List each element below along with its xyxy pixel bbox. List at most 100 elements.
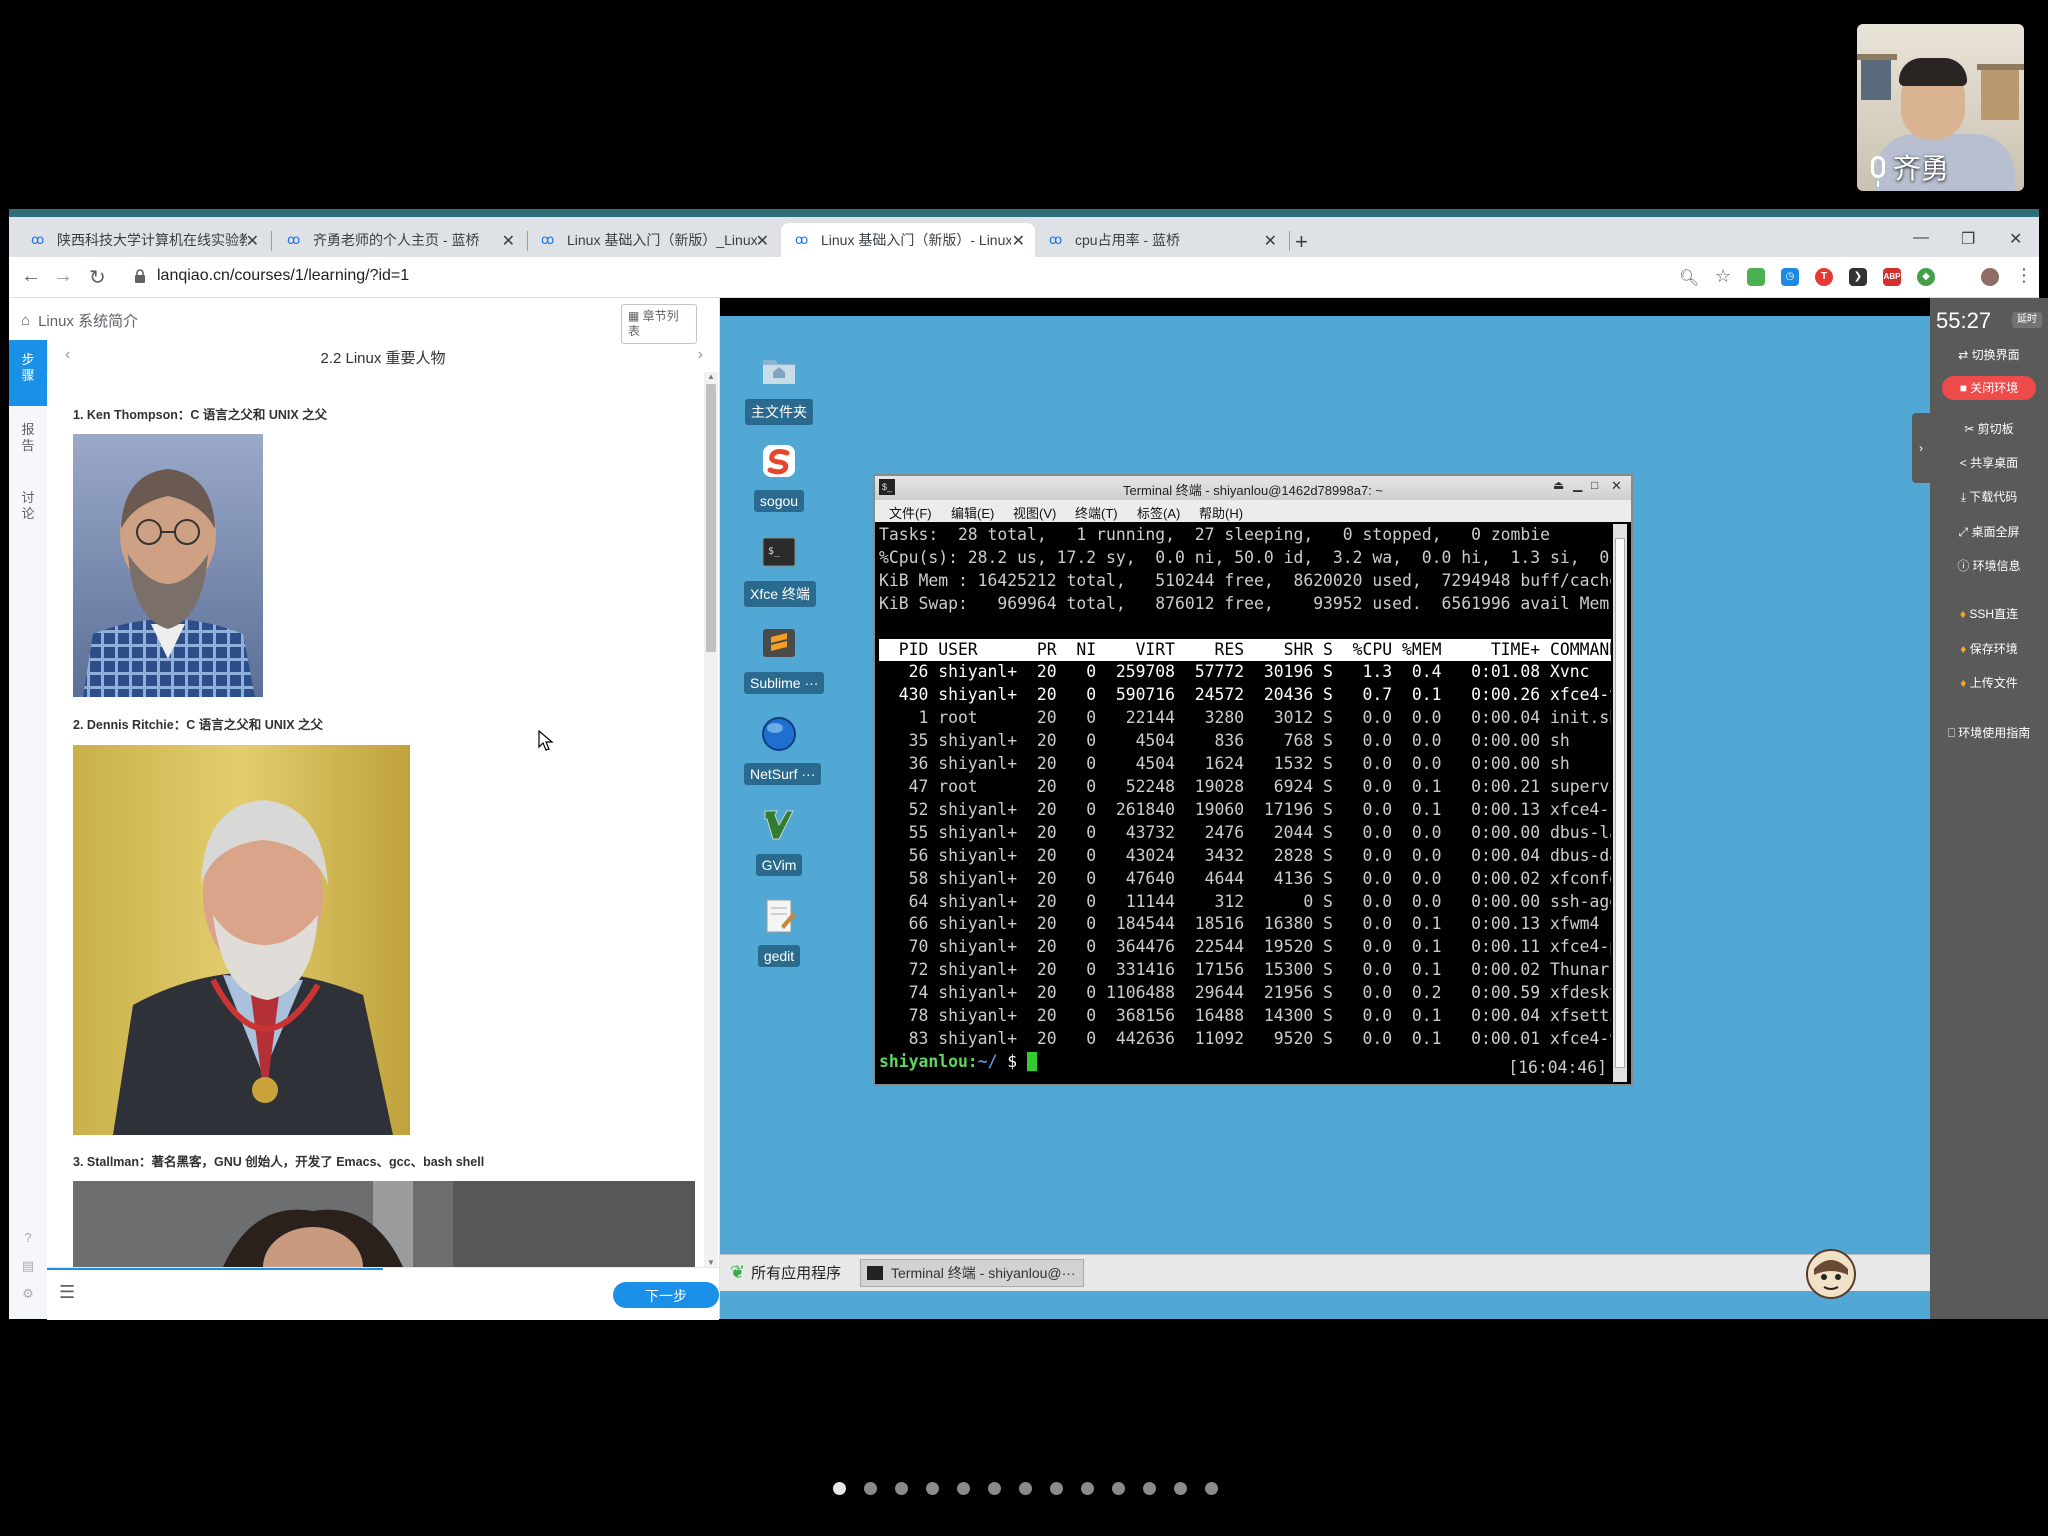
browser-tab[interactable]: ꝏ cpu占用率 - 蓝桥 ✕	[1035, 223, 1287, 257]
zoom-icon[interactable]: 🔍︎	[1679, 268, 1699, 288]
desktop-icon-xfce-terminal[interactable]: $_ Xfce 终端	[744, 532, 816, 607]
extension-icon[interactable]	[1747, 268, 1765, 286]
prompt-user: shiyanlou:	[879, 1051, 978, 1071]
pager-dot[interactable]	[925, 1482, 939, 1495]
pager-dot[interactable]	[894, 1482, 908, 1495]
shade-window-icon[interactable]: ⏏	[1553, 478, 1564, 492]
menu-edit[interactable]: 编辑(E)	[951, 503, 994, 522]
extension-icon[interactable]: ◷	[1781, 268, 1799, 286]
document-icon[interactable]: ▤	[9, 1258, 47, 1274]
assistant-avatar-icon[interactable]	[1806, 1249, 1856, 1299]
taskbar-terminal-button[interactable]: Terminal 终端 - shiyanlou@···	[860, 1259, 1084, 1287]
next-step-icon[interactable]: ›	[698, 346, 703, 364]
browser-tab-active[interactable]: ꝏ Linux 基础入门（新版）- Linux ✕	[781, 223, 1035, 257]
wrench-icon[interactable]: ⚙	[9, 1286, 47, 1302]
outline-list-icon[interactable]: ☰	[59, 1282, 75, 1303]
stallman-photo	[73, 1181, 695, 1267]
close-tab-icon[interactable]: ✕	[1012, 231, 1025, 251]
address-bar[interactable]: lanqiao.cn/courses/1/learning/?id=1	[157, 267, 409, 285]
menu-view[interactable]: 视图(V)	[1013, 503, 1056, 522]
back-button[interactable]: ←	[21, 265, 41, 288]
terminal-titlebar[interactable]: $_ Terminal 终端 - shiyanlou@1462d78998a7:…	[875, 476, 1631, 500]
share-desktop-button[interactable]: < 共享桌面	[1930, 454, 2048, 471]
next-step-button[interactable]: 下一步	[613, 1282, 719, 1308]
environment-guide-button[interactable]: ⎕ 环境使用指南	[1930, 724, 2048, 741]
forward-button[interactable]: →	[53, 265, 73, 288]
close-tab-icon[interactable]: ✕	[502, 231, 515, 251]
terminal-window[interactable]: $_ Terminal 终端 - shiyanlou@1462d78998a7:…	[873, 474, 1633, 1086]
pager-dot[interactable]	[987, 1482, 1001, 1495]
desktop-icon-netsurf[interactable]: NetSurf ···	[744, 714, 822, 785]
content-scrollbar[interactable]: ▲ ▼	[704, 372, 718, 1267]
collapse-sidebar-icon[interactable]: ›	[1912, 413, 1930, 483]
download-code-button[interactable]: ⤓ 下载代码	[1930, 488, 2048, 505]
scroll-down-icon[interactable]: ▼	[707, 1258, 715, 1267]
restore-button[interactable]: ❐	[1961, 229, 1975, 249]
bookmark-star-icon[interactable]: ☆	[1715, 266, 1731, 287]
ssh-direct-button[interactable]: ♦ SSH直连	[1930, 605, 2048, 622]
tab-discussion[interactable]: 讨论	[9, 490, 47, 522]
save-environment-button[interactable]: ♦ 保存环境	[1930, 640, 2048, 657]
applications-menu[interactable]: ❦ 所有应用程序	[730, 1262, 841, 1283]
environment-info-button[interactable]: ⓘ 环境信息	[1930, 557, 2048, 574]
pager-dot[interactable]	[863, 1482, 877, 1495]
terminal-output[interactable]: Tasks: 28 total, 1 running, 27 sleeping,…	[879, 524, 1611, 1082]
pager-dot[interactable]	[1049, 1482, 1063, 1495]
tab-report[interactable]: 报告	[9, 422, 47, 454]
profile-avatar[interactable]	[1981, 268, 1999, 286]
desktop-icon-sublime[interactable]: Sublime ···	[744, 623, 825, 694]
menu-tabs[interactable]: 标签(A)	[1137, 503, 1180, 522]
switch-ui-button[interactable]: ⇄ 切换界面	[1930, 346, 2048, 363]
pager-dot[interactable]	[1111, 1482, 1125, 1495]
browser-tab[interactable]: ꝏ 陕西科技大学计算机在线实验教学 ✕	[17, 223, 269, 257]
close-terminal-icon[interactable]: ✕	[1611, 478, 1622, 494]
menu-terminal[interactable]: 终端(T)	[1075, 503, 1118, 522]
fullscreen-button[interactable]: ⤢ 桌面全屏	[1930, 523, 2048, 540]
clipboard-button[interactable]: ✂ 剪切板	[1930, 420, 2048, 437]
tab-separator	[271, 231, 272, 251]
breadcrumb[interactable]: ⌂ Linux 系统简介	[21, 310, 138, 331]
upload-file-button[interactable]: ♦ 上传文件	[1930, 674, 2048, 691]
adblock-icon[interactable]: ABP	[1883, 268, 1901, 286]
close-window-button[interactable]: ✕	[2009, 229, 2022, 249]
maximize-terminal-icon[interactable]: □	[1591, 478, 1598, 492]
scroll-thumb[interactable]	[706, 384, 716, 652]
close-tab-icon[interactable]: ✕	[1264, 231, 1277, 251]
terminal-scroll-thumb[interactable]	[1615, 538, 1625, 1068]
desktop-icon-gvim[interactable]: GVim	[744, 805, 814, 876]
pager-dot[interactable]	[1018, 1482, 1032, 1495]
extension-icon[interactable]: ❯	[1849, 268, 1867, 286]
pager-dot[interactable]	[832, 1482, 846, 1495]
desktop-icon-gedit[interactable]: gedit	[744, 896, 814, 967]
browser-tab[interactable]: ꝏ 齐勇老师的个人主页 - 蓝桥 ✕	[273, 223, 525, 257]
chapter-list-button[interactable]: ▦ 章节列表	[621, 304, 697, 344]
reload-button[interactable]: ↻	[89, 265, 106, 290]
scroll-up-icon[interactable]: ▲	[707, 372, 715, 381]
pager-dot[interactable]	[956, 1482, 970, 1495]
close-tab-icon[interactable]: ✕	[246, 231, 259, 251]
pager-dot[interactable]	[1080, 1482, 1094, 1495]
close-environment-button[interactable]: ■ 关闭环境	[1942, 376, 2036, 400]
desktop-top-band	[720, 298, 1930, 316]
menu-help[interactable]: 帮助(H)	[1199, 503, 1243, 522]
browser-tab[interactable]: ꝏ Linux 基础入门（新版）_Linux ✕	[527, 223, 779, 257]
minimize-terminal-icon[interactable]: ▁	[1573, 478, 1582, 492]
extension-icon[interactable]: ◆	[1917, 268, 1935, 286]
pager-dot[interactable]	[1173, 1482, 1187, 1495]
terminal-scrollbar[interactable]	[1613, 524, 1627, 1082]
extend-time-button[interactable]: 延时	[2012, 312, 2042, 328]
desktop-icon-home[interactable]: 主文件夹	[744, 350, 814, 425]
pager-dot[interactable]	[1204, 1482, 1218, 1495]
menu-kebab-icon[interactable]: ⋮	[2015, 265, 2033, 286]
desktop-icon-sogou[interactable]: sogou	[744, 441, 814, 512]
presenter-webcam: 齐勇	[1857, 24, 2024, 191]
menu-file[interactable]: 文件(F)	[889, 503, 932, 522]
minimize-button[interactable]: —	[1913, 229, 1929, 247]
extension-icon[interactable]: T	[1815, 268, 1833, 286]
tab-steps[interactable]: 步骤	[9, 340, 47, 406]
desktop-icon-label: gedit	[757, 945, 801, 967]
close-tab-icon[interactable]: ✕	[756, 231, 769, 251]
new-tab-button[interactable]: +	[1295, 229, 1308, 255]
pager-dot[interactable]	[1142, 1482, 1156, 1495]
help-icon[interactable]: ?	[9, 1230, 47, 1246]
